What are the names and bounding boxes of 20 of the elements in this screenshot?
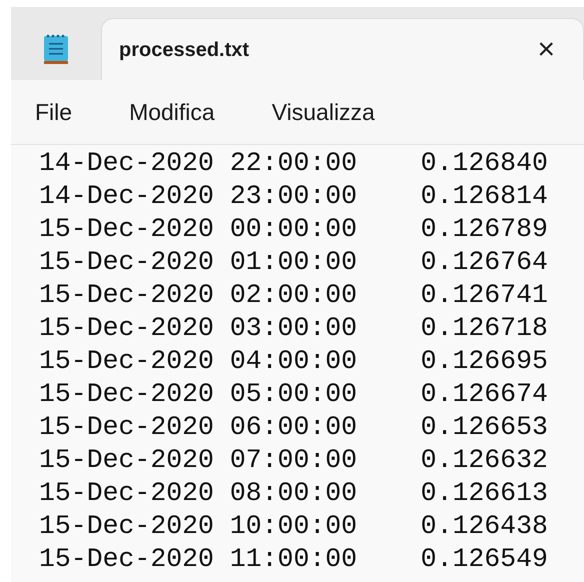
text-line: 15-Dec-2020 04:00:00 0.126695 (39, 345, 548, 378)
text-line: 15-Dec-2020 00:00:00 0.126789 (39, 213, 548, 246)
text-line: 15-Dec-2020 01:00:00 0.126764 (39, 246, 548, 279)
text-line: 15-Dec-2020 05:00:00 0.126674 (39, 378, 548, 411)
tab-title: processed.txt (119, 38, 250, 62)
close-button[interactable]: × (537, 34, 555, 64)
menu-item[interactable]: Modifica (129, 94, 215, 130)
text-line: 14-Dec-2020 23:00:00 0.126814 (39, 180, 548, 213)
menu-item[interactable]: File (35, 94, 72, 130)
text-line: 15-Dec-2020 10:00:00 0.126438 (39, 510, 548, 543)
menu-item[interactable]: Visualizza (272, 94, 375, 130)
notepad-icon (43, 33, 69, 65)
text-line: 15-Dec-2020 07:00:00 0.126632 (39, 444, 548, 477)
text-line: 14-Dec-2020 22:00:00 0.126840 (39, 147, 548, 180)
text-line: 15-Dec-2020 08:00:00 0.126613 (39, 477, 548, 510)
text-line: 15-Dec-2020 02:00:00 0.126741 (39, 279, 548, 312)
text-line: 15-Dec-2020 06:00:00 0.126653 (39, 411, 548, 444)
text-line: 15-Dec-2020 11:00:00 0.126549 (39, 543, 548, 576)
text-line: 15-Dec-2020 03:00:00 0.126718 (39, 312, 548, 345)
document-tab[interactable]: processed.txt × (101, 18, 584, 80)
